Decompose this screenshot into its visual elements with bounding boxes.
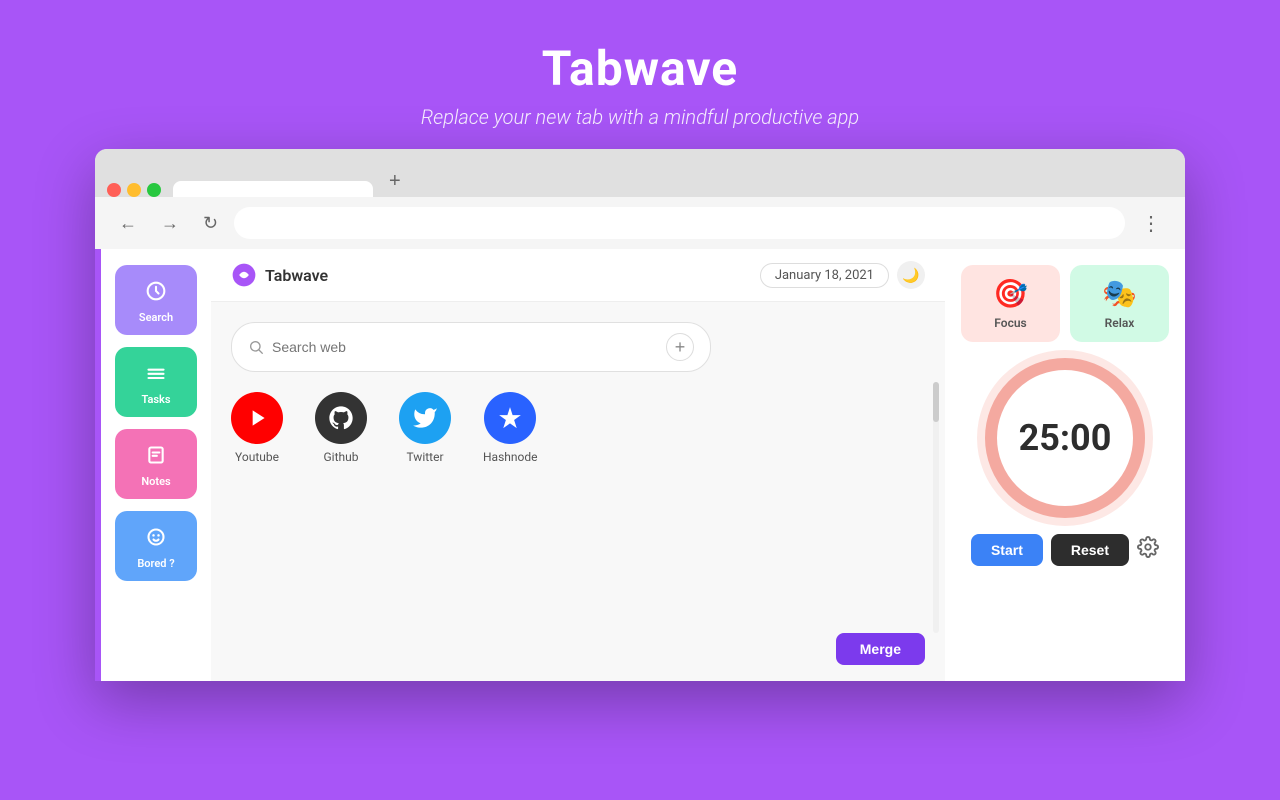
- right-panel: 🎯 Focus 🎭 Relax 25:00 Start Reset: [945, 249, 1185, 681]
- hashnode-label: Hashnode: [483, 450, 538, 464]
- new-tab-button[interactable]: +: [381, 166, 409, 197]
- back-button[interactable]: ←: [111, 209, 145, 238]
- app-content: Search Tasks: [95, 249, 1185, 681]
- youtube-label: Youtube: [235, 450, 279, 464]
- browser-navbar: ← → ↻ ⋮: [95, 197, 1185, 249]
- sidebar-item-search[interactable]: Search: [115, 265, 197, 335]
- traffic-light-yellow[interactable]: [127, 183, 141, 197]
- focus-label: Focus: [994, 316, 1026, 330]
- sidebar-item-notes[interactable]: Notes: [115, 429, 197, 499]
- shortcut-hashnode[interactable]: Hashnode: [483, 392, 538, 623]
- shortcut-youtube[interactable]: Youtube: [231, 392, 283, 623]
- youtube-play-icon: [244, 405, 270, 431]
- app-logo-text: Tabwave: [265, 266, 328, 285]
- sidebar-item-search-label: Search: [139, 311, 173, 324]
- search-input[interactable]: [272, 339, 658, 355]
- sidebar-item-notes-label: Notes: [141, 475, 170, 488]
- hero-title: Tabwave: [542, 40, 738, 97]
- github-label: Github: [324, 450, 359, 464]
- gear-icon: [1137, 536, 1159, 558]
- search-icon: [248, 339, 264, 355]
- twitter-label: Twitter: [406, 450, 443, 464]
- tasks-nav-icon: [142, 359, 170, 387]
- sidebar-item-bored[interactable]: Bored ?: [115, 511, 197, 581]
- timer-display: 25:00: [1019, 417, 1112, 459]
- mode-card-focus[interactable]: 🎯 Focus: [961, 265, 1060, 342]
- scrollbar-track: [933, 382, 939, 633]
- timer-circle: 25:00: [985, 358, 1145, 518]
- relax-icon: 🎭: [1102, 277, 1137, 310]
- traffic-light-red[interactable]: [107, 183, 121, 197]
- notes-nav-icon: [142, 441, 170, 469]
- left-nav: Search Tasks: [101, 249, 211, 681]
- traffic-light-green[interactable]: [147, 183, 161, 197]
- sidebar-item-tasks[interactable]: Tasks: [115, 347, 197, 417]
- sidebar-item-bored-label: Bored ?: [137, 557, 174, 570]
- merge-button[interactable]: Merge: [836, 633, 925, 665]
- sidebar-item-tasks-label: Tasks: [141, 393, 170, 406]
- start-button[interactable]: Start: [971, 534, 1043, 566]
- focus-icon: 🎯: [993, 277, 1028, 310]
- merge-area: Merge: [211, 633, 945, 681]
- app-header: Tabwave January 18, 2021 🌙: [211, 249, 945, 302]
- shortcut-github[interactable]: Github: [315, 392, 367, 623]
- shortcut-twitter[interactable]: Twitter: [399, 392, 451, 623]
- twitter-icon: [399, 392, 451, 444]
- mode-card-relax[interactable]: 🎭 Relax: [1070, 265, 1169, 342]
- browser-tabbar: +: [95, 149, 1185, 197]
- address-bar[interactable]: [234, 207, 1125, 239]
- youtube-icon: [231, 392, 283, 444]
- date-text: January 18, 2021: [775, 268, 874, 283]
- search-nav-icon: [142, 277, 170, 305]
- app-logo: Tabwave: [231, 262, 328, 288]
- twitter-logo-icon: [412, 405, 438, 431]
- search-area: +: [211, 302, 945, 382]
- mode-cards: 🎯 Focus 🎭 Relax: [961, 265, 1169, 342]
- reset-button[interactable]: Reset: [1051, 534, 1129, 566]
- scrollbar-thumb[interactable]: [933, 382, 939, 422]
- github-icon: [315, 392, 367, 444]
- app-logo-icon: [231, 262, 257, 288]
- browser-tab[interactable]: [173, 181, 373, 197]
- relax-label: Relax: [1105, 316, 1135, 330]
- settings-button[interactable]: [1137, 536, 1159, 564]
- hero-section: Tabwave Replace your new tab with a mind…: [421, 0, 859, 129]
- search-bar: +: [231, 322, 711, 372]
- main-content: Tabwave January 18, 2021 🌙 +: [211, 249, 945, 681]
- hashnode-logo-icon: [497, 405, 523, 431]
- hero-subtitle: Replace your new tab with a mindful prod…: [421, 105, 859, 129]
- bored-nav-icon: [142, 523, 170, 551]
- timer-buttons: Start Reset: [971, 534, 1159, 566]
- date-badge: January 18, 2021: [760, 263, 889, 288]
- forward-button[interactable]: →: [153, 209, 187, 238]
- theme-toggle[interactable]: 🌙: [897, 261, 925, 289]
- browser-menu-button[interactable]: ⋮: [1133, 207, 1169, 240]
- github-logo-icon: [327, 404, 355, 432]
- browser-window: + ← → ↻ ⋮ Search: [95, 149, 1185, 681]
- add-shortcut-button[interactable]: +: [666, 333, 694, 361]
- reload-button[interactable]: ↻: [195, 209, 226, 238]
- hashnode-icon: [484, 392, 536, 444]
